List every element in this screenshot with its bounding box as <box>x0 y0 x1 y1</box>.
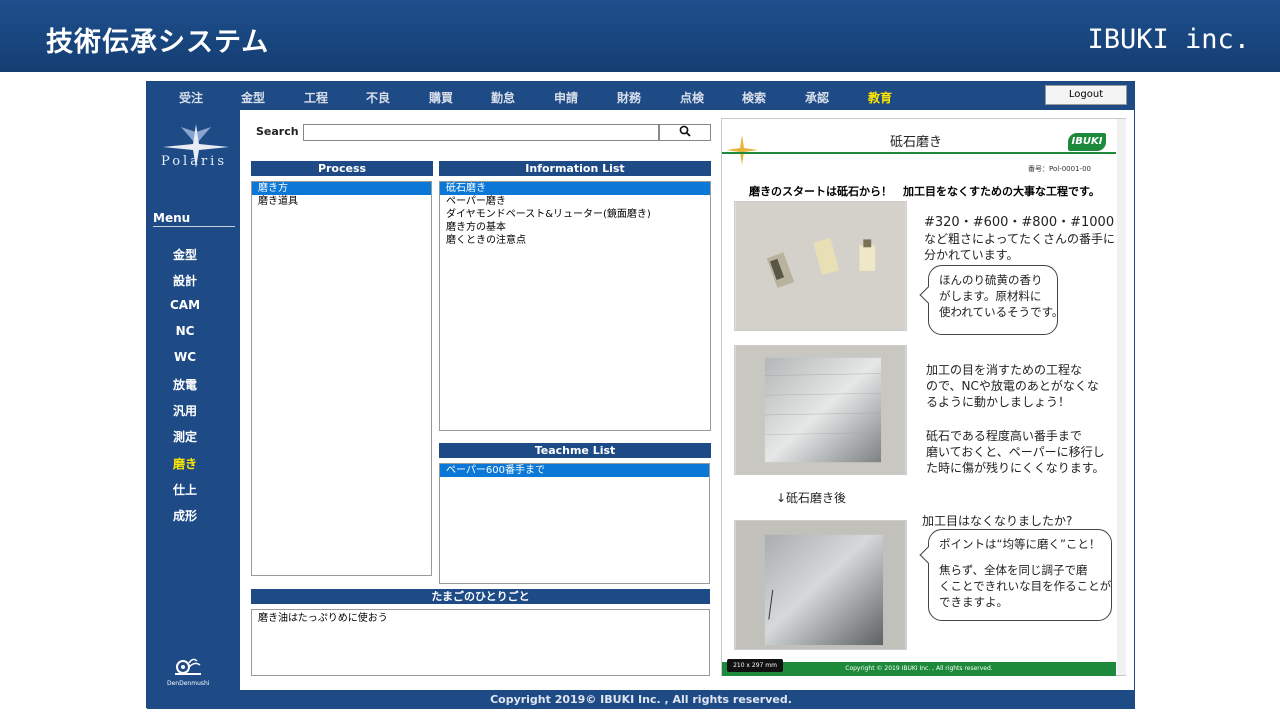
sidebar-item-measure[interactable]: 測定 <box>147 428 223 445</box>
nav-item-inspection[interactable]: 点検 <box>680 89 704 106</box>
sidebar-item-cam[interactable]: CAM <box>147 298 223 312</box>
teachme-list: ペーパー600番手まで <box>439 463 710 584</box>
system-title: 技術伝承システム <box>46 27 270 58</box>
menu-heading: Menu <box>153 211 235 227</box>
sidebar-item-design[interactable]: 設計 <box>147 272 223 289</box>
bubble-line: 使われているそうです。 <box>939 305 1064 319</box>
sidebar-item-molding[interactable]: 成形 <box>147 507 223 524</box>
app-window: 受注 金型 工程 不良 購買 勤怠 申請 財務 点検 検索 承認 教育 Logo… <box>146 81 1135 709</box>
title-banner: 技術伝承システム IBUKI inc. <box>0 0 1280 72</box>
logout-button[interactable]: Logout <box>1045 85 1127 105</box>
preview-scrollbar[interactable] <box>1117 119 1126 675</box>
document-preview: 砥石磨き IBUKI 番号：Pol-0001-00 磨きのスタートは砥石から！ … <box>721 118 1126 676</box>
nav-item-finance[interactable]: 財務 <box>617 89 641 106</box>
document-title-rule <box>722 152 1116 154</box>
mascot-label: DenDenmushi <box>167 680 210 687</box>
search-icon <box>679 125 691 137</box>
document-headline: 磨きのスタートは砥石から！ 加工目をなくすための大事な工程です。 <box>749 185 1100 198</box>
after-polish-label: ↓砥石磨き後 <box>776 491 847 505</box>
bubble-line: がします。原材料に <box>939 289 1042 303</box>
nav-item-process[interactable]: 工程 <box>304 89 328 106</box>
page-size-badge: 210 x 297 mm <box>727 659 783 672</box>
nav-item-order[interactable]: 受注 <box>179 89 203 106</box>
nav-item-search[interactable]: 検索 <box>742 89 766 106</box>
sidebar-item-general[interactable]: 汎用 <box>147 402 223 419</box>
bubble-line: できますよ。 <box>939 595 1008 609</box>
nav-item-application[interactable]: 申請 <box>554 89 578 106</box>
note-grit-line1: #320・#600・#800・#1000 <box>924 215 1115 230</box>
bubble-line: 焦らず、全体を同じ調子で磨 <box>939 563 1088 577</box>
tamago-textbox[interactable]: 磨き油はたっぷりめに使おう <box>251 609 710 676</box>
nav-item-attendance[interactable]: 勤怠 <box>491 89 515 106</box>
document-title: 砥石磨き <box>889 135 942 150</box>
note-process-line7: た時に傷が残りにくくなります。 <box>926 461 1105 475</box>
bubble-line: ポイントは“均等に磨く”こと！ <box>939 537 1101 551</box>
information-list: 砥石磨き ペーパー磨き ダイヤモンドペースト&リューター(鏡面磨き) 磨き方の基… <box>439 181 711 431</box>
note-process-line5: 砥石である程度高い番手まで <box>926 429 1082 443</box>
nav-item-education[interactable]: 教育 <box>868 89 892 106</box>
note-grit-line3: 分かれています。 <box>924 248 1019 262</box>
sidebar-item-finish[interactable]: 仕上 <box>147 481 223 498</box>
whetstones-photo <box>734 201 907 331</box>
note-check-marks: 加工目はなくなりましたか? <box>922 514 1073 528</box>
note-process-line2: ので、NCや放電のあとがなくな <box>926 379 1099 393</box>
nav-item-purchase[interactable]: 購買 <box>429 89 453 106</box>
top-nav: 受注 金型 工程 不良 購買 勤怠 申請 財務 点検 検索 承認 教育 Logo… <box>147 82 1135 110</box>
sidebar-item-mold[interactable]: 金型 <box>147 246 223 263</box>
ibuki-logo: IBUKI <box>1068 133 1106 151</box>
search-button[interactable] <box>659 124 711 141</box>
process-list: 磨き方 磨き道具 <box>251 181 432 576</box>
nav-item-approval[interactable]: 承認 <box>805 89 829 106</box>
company-brand: IBUKI inc. <box>1087 24 1250 55</box>
list-item[interactable]: 磨き方の基本 <box>440 221 710 234</box>
list-item[interactable]: 砥石磨き <box>440 182 710 195</box>
search-label: Search <box>256 125 299 138</box>
sidebar-item-edm[interactable]: 放電 <box>147 376 223 393</box>
list-item[interactable]: ダイヤモンドペースト&リューター(鏡面磨き) <box>440 208 710 221</box>
snail-mascot-icon <box>175 658 201 675</box>
document-number: 番号：Pol-0001-00 <box>1028 165 1091 173</box>
search-input[interactable] <box>303 124 659 141</box>
nav-item-defect[interactable]: 不良 <box>366 89 390 106</box>
speech-bubble-point: ポイントは“均等に磨く”こと！ 焦らず、全体を同じ調子で磨 くことできれいな目を… <box>928 529 1112 621</box>
sidebar: Polaris Menu 金型 設計 CAM NC WC 放電 汎用 測定 磨き… <box>147 110 240 690</box>
note-process-line6: 磨いておくと、ペーパーに移行し <box>926 445 1105 459</box>
polaris-logo-text: Polaris <box>161 154 227 169</box>
bubble-spacer <box>939 552 1101 562</box>
list-item[interactable]: 磨くときの注意点 <box>440 234 710 247</box>
sidebar-item-nc[interactable]: NC <box>147 324 223 338</box>
teachme-heading: Teachme List <box>439 443 711 458</box>
speech-bubble-sulfur: ほんのり硫黄の香り がします。原材料に 使われているそうです。 <box>928 265 1064 335</box>
bubble-line: くことできれいな目を作ることが <box>939 579 1112 593</box>
list-item[interactable]: ペーパー磨き <box>440 195 710 208</box>
list-item[interactable]: ペーパー600番手まで <box>440 464 709 477</box>
list-item[interactable]: 磨き道具 <box>252 195 431 208</box>
note-process-line3: るように動かしましょう！ <box>926 395 1071 409</box>
list-item[interactable]: 磨き方 <box>252 182 431 195</box>
sidebar-item-polish[interactable]: 磨き <box>147 455 223 472</box>
sidebar-item-wc[interactable]: WC <box>147 350 223 364</box>
nav-item-mold[interactable]: 金型 <box>241 89 265 106</box>
note-grit-line2: など粗さによってたくさんの番手に <box>924 232 1116 246</box>
tamago-heading: たまごのひとりごと <box>251 589 710 604</box>
information-heading: Information List <box>439 161 711 176</box>
process-heading: Process <box>251 161 433 176</box>
machined-plate-photo <box>734 345 907 475</box>
app-footer: Copyright 2019© IBUKI Inc. , All rights … <box>147 690 1135 709</box>
bubble-line: ほんのり硫黄の香り <box>939 273 1043 287</box>
note-process-line1: 加工の目を消すための工程な <box>926 363 1083 377</box>
polished-plate-photo <box>734 520 907 650</box>
